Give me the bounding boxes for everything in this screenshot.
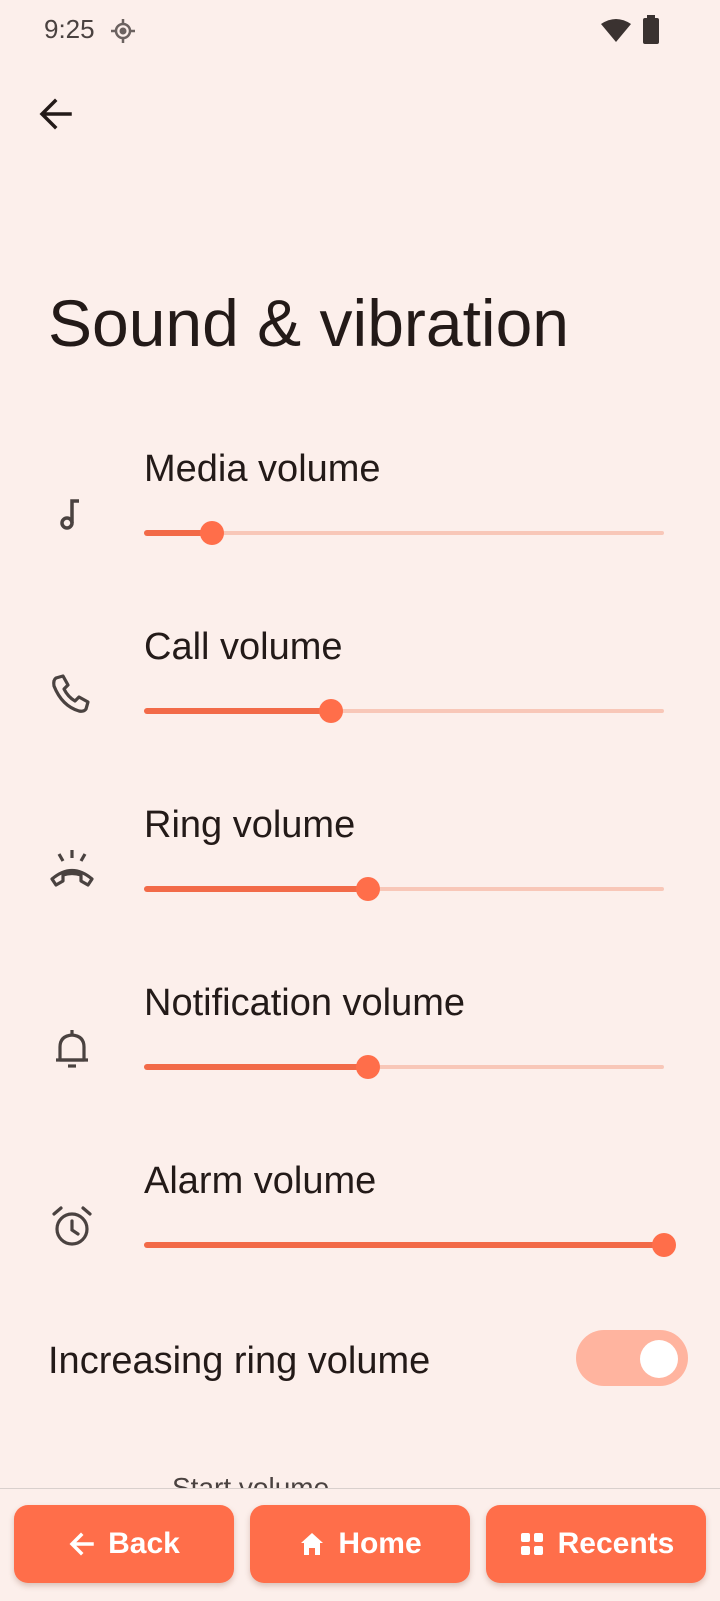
alarm-clock-icon (52, 1206, 92, 1246)
nav-recents-label: Recents (557, 1527, 675, 1560)
notification-volume-label: Notification volume (144, 982, 466, 1024)
home-icon (301, 1533, 324, 1555)
nav-home-button[interactable]: Home (250, 1505, 470, 1583)
slider-thumb[interactable] (355, 877, 380, 901)
alarm-volume-slider[interactable] (144, 1230, 676, 1260)
navigation-bar: Back Home Recents (0, 1488, 720, 1601)
call-volume-row: Call volume (0, 618, 720, 778)
nav-recents-button[interactable]: Recents (486, 1505, 706, 1583)
alarm-volume-row: Alarm volume (0, 1152, 720, 1312)
nav-back-label: Back (108, 1527, 180, 1560)
status-bar: 9:25 (0, 0, 720, 60)
phone-icon (52, 674, 90, 713)
slider-thumb[interactable] (199, 521, 224, 545)
increasing-ring-volume-label: Increasing ring volume (48, 1340, 431, 1382)
battery-icon (643, 15, 659, 44)
toggle-knob (640, 1340, 678, 1378)
arrow-left-icon (69, 1532, 94, 1556)
wifi-icon (601, 19, 631, 42)
media-volume-slider[interactable] (144, 518, 664, 548)
recents-grid-icon (520, 1533, 543, 1555)
ring-volume-label: Ring volume (144, 804, 356, 846)
media-volume-label: Media volume (144, 448, 381, 490)
bell-icon (56, 1030, 88, 1068)
call-volume-label: Call volume (144, 626, 343, 668)
status-time: 9:25 (44, 14, 95, 44)
increasing-ring-volume-row[interactable]: Increasing ring volume (0, 1318, 720, 1408)
slider-thumb[interactable] (652, 1233, 676, 1257)
alarm-volume-label: Alarm volume (144, 1160, 377, 1202)
location-icon (111, 19, 135, 43)
media-volume-row: Media volume (0, 440, 720, 600)
ring-volume-row: Ring volume (0, 796, 720, 956)
back-button[interactable] (30, 88, 82, 140)
notification-volume-slider[interactable] (144, 1052, 664, 1082)
slider-fill (144, 1242, 664, 1248)
nav-back-button[interactable]: Back (14, 1505, 234, 1583)
arrow-left-icon (39, 98, 72, 130)
slider-fill (144, 886, 368, 892)
call-volume-slider[interactable] (144, 696, 664, 726)
slider-fill (144, 1064, 368, 1070)
notification-volume-row: Notification volume (0, 974, 720, 1134)
slider-thumb[interactable] (319, 699, 344, 723)
nav-home-label: Home (338, 1527, 422, 1560)
ring-volume-slider[interactable] (144, 874, 664, 904)
increasing-ring-volume-toggle[interactable] (576, 1330, 688, 1386)
music-note-icon (60, 499, 79, 530)
slider-fill (144, 708, 332, 714)
ringing-phone-icon (50, 850, 94, 887)
slider-thumb[interactable] (355, 1055, 380, 1079)
page-title: Sound & vibration (48, 286, 570, 360)
